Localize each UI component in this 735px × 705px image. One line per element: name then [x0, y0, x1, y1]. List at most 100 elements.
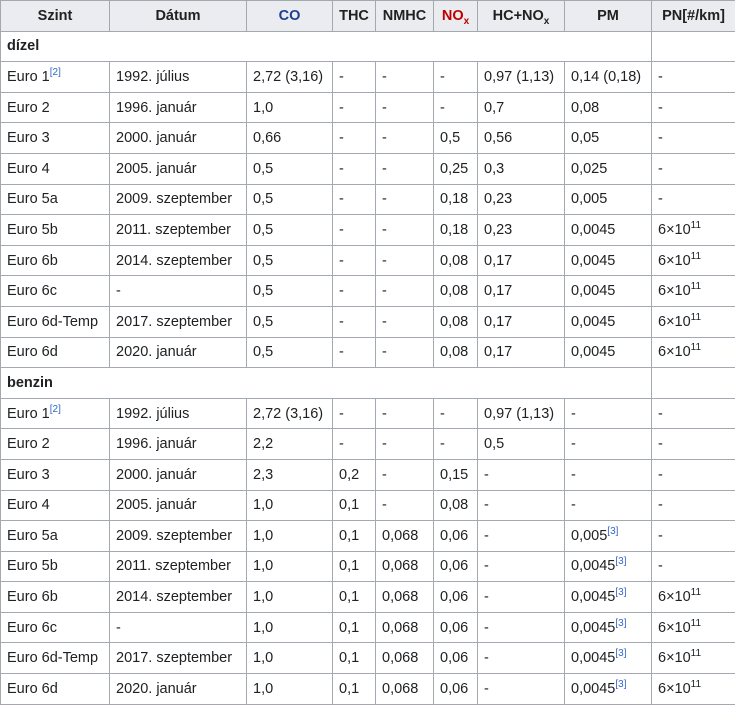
- reference-link[interactable]: [3]: [607, 526, 618, 537]
- table-row: Euro 6c-0,5--0,080,170,00456×1011: [1, 276, 735, 307]
- cell-szint: Euro 6b: [1, 245, 110, 276]
- table-row: Euro 5b2011. szeptember0,5--0,180,230,00…: [1, 215, 735, 246]
- cell-nmhc: -: [376, 92, 434, 123]
- reference-link[interactable]: [3]: [615, 587, 626, 598]
- cell-thc: -: [333, 306, 376, 337]
- cell-szint: Euro 2: [1, 429, 110, 460]
- cell-co: 0,5: [247, 215, 333, 246]
- cell-szint: Euro 5b: [1, 215, 110, 246]
- cell-datum: 2005. január: [110, 490, 247, 521]
- cell-pm-text: 0,0045: [571, 253, 615, 269]
- cell-thc: -: [333, 398, 376, 429]
- cell-szint: Euro 3: [1, 459, 110, 490]
- header-hcnox-base: HC+NO: [493, 8, 544, 24]
- cell-szint-text: Euro 5a: [7, 528, 58, 544]
- cell-pn: -: [652, 459, 735, 490]
- cell-szint-text: Euro 6b: [7, 589, 58, 605]
- cell-co: 0,5: [247, 306, 333, 337]
- cell-nox: 0,18: [434, 184, 478, 215]
- cell-szint-text: Euro 6d: [7, 344, 58, 360]
- reference-link[interactable]: [3]: [615, 648, 626, 659]
- cell-co: 1,0: [247, 582, 333, 613]
- cell-thc: 0,1: [333, 612, 376, 643]
- reference-link[interactable]: [2]: [50, 67, 61, 78]
- cell-pn-exponent: 11: [691, 220, 701, 231]
- cell-nmhc: -: [376, 429, 434, 460]
- cell-szint-text: Euro 4: [7, 161, 50, 177]
- header-pm: PM: [565, 1, 652, 32]
- reference-link[interactable]: [2]: [50, 404, 61, 415]
- cell-thc: 0,1: [333, 490, 376, 521]
- cell-hcnox: -: [478, 582, 565, 613]
- cell-nmhc: -: [376, 459, 434, 490]
- section-spacer: [652, 368, 735, 399]
- cell-nox: 0,08: [434, 276, 478, 307]
- cell-hcnox: -: [478, 459, 565, 490]
- cell-datum: 2014. szeptember: [110, 582, 247, 613]
- cell-szint-text: Euro 1: [7, 406, 50, 422]
- cell-pn: 6×1011: [652, 643, 735, 674]
- cell-pm: 0,0045[3]: [565, 643, 652, 674]
- header-hcnox: HC+NOx: [478, 1, 565, 32]
- cell-pm-text: 0,0045: [571, 558, 615, 574]
- cell-datum: 2000. január: [110, 459, 247, 490]
- cell-szint-text: Euro 5b: [7, 558, 58, 574]
- cell-thc: -: [333, 62, 376, 93]
- section-title: dízel: [1, 31, 652, 62]
- cell-hcnox: 0,17: [478, 306, 565, 337]
- cell-pn: -: [652, 521, 735, 552]
- cell-datum: 2017. szeptember: [110, 643, 247, 674]
- table-row: Euro 6d2020. január1,00,10,0680,06-0,004…: [1, 674, 735, 705]
- cell-nox: -: [434, 398, 478, 429]
- reference-link[interactable]: [3]: [615, 618, 626, 629]
- cell-pn-exponent: 11: [691, 281, 701, 292]
- table-row: Euro 42005. január1,00,1-0,08---: [1, 490, 735, 521]
- cell-nmhc: -: [376, 215, 434, 246]
- cell-szint-text: Euro 1: [7, 69, 50, 85]
- cell-co: 0,5: [247, 276, 333, 307]
- cell-pm-text: -: [571, 406, 576, 422]
- cell-nox: 0,08: [434, 306, 478, 337]
- cell-hcnox: 0,17: [478, 276, 565, 307]
- cell-szint-text: Euro 3: [7, 467, 50, 483]
- cell-hcnox: -: [478, 551, 565, 582]
- cell-pm-text: 0,005: [571, 528, 607, 544]
- cell-hcnox: 0,97 (1,13): [478, 62, 565, 93]
- cell-pn: 6×1011: [652, 215, 735, 246]
- cell-pn: -: [652, 490, 735, 521]
- cell-pm-text: 0,005: [571, 191, 607, 207]
- cell-datum: -: [110, 612, 247, 643]
- reference-link[interactable]: [3]: [615, 557, 626, 568]
- emission-standards-table: Szint Dátum CO THC NMHC NOx HC+NOx PM PN…: [0, 0, 735, 705]
- cell-nmhc: -: [376, 337, 434, 368]
- cell-pn: 6×1011: [652, 674, 735, 705]
- table-row: Euro 6b2014. szeptember1,00,10,0680,06-0…: [1, 582, 735, 613]
- cell-nox: 0,06: [434, 521, 478, 552]
- cell-hcnox: 0,17: [478, 245, 565, 276]
- cell-datum: 2020. január: [110, 674, 247, 705]
- table-row: Euro 32000. január2,30,2-0,15---: [1, 459, 735, 490]
- header-nmhc: NMHC: [376, 1, 434, 32]
- cell-datum: 1992. július: [110, 62, 247, 93]
- cell-szint: Euro 4: [1, 153, 110, 184]
- cell-pm-text: -: [571, 497, 576, 513]
- cell-hcnox: 0,3: [478, 153, 565, 184]
- cell-nox: 0,06: [434, 674, 478, 705]
- cell-szint: Euro 5a: [1, 184, 110, 215]
- cell-thc: -: [333, 215, 376, 246]
- cell-nmhc: -: [376, 245, 434, 276]
- cell-datum: 2005. január: [110, 153, 247, 184]
- cell-pn-base: 6×10: [658, 620, 691, 636]
- cell-szint: Euro 5b: [1, 551, 110, 582]
- cell-pn-base: -: [658, 191, 663, 207]
- cell-pm-text: 0,0045: [571, 344, 615, 360]
- header-co[interactable]: CO: [247, 1, 333, 32]
- header-nox[interactable]: NOx: [434, 1, 478, 32]
- cell-co: 0,5: [247, 153, 333, 184]
- table-row: Euro 42005. január0,5--0,250,30,025-: [1, 153, 735, 184]
- cell-nox: -: [434, 429, 478, 460]
- reference-link[interactable]: [3]: [615, 679, 626, 690]
- cell-pn-base: -: [658, 467, 663, 483]
- cell-thc: -: [333, 92, 376, 123]
- cell-szint-text: Euro 6d: [7, 681, 58, 697]
